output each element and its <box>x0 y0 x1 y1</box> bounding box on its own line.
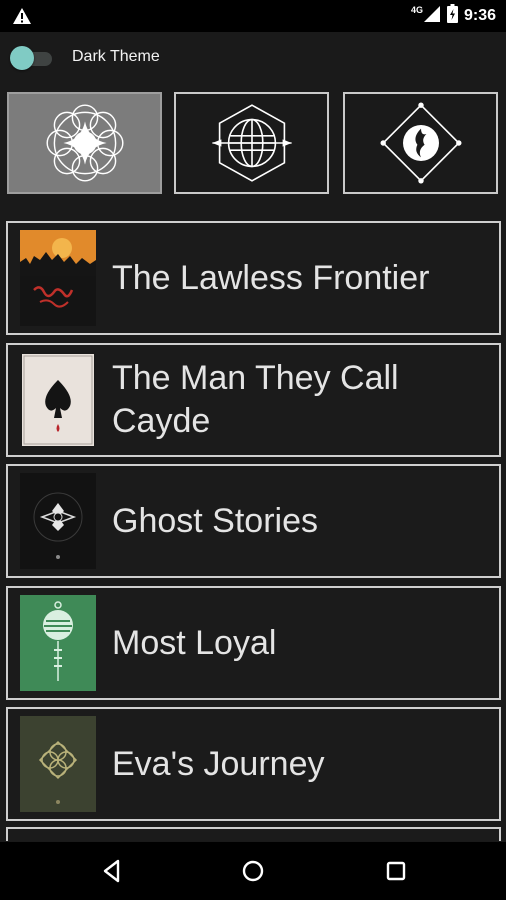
ghost-stories-cover <box>20 473 96 569</box>
book-item-evas-journey[interactable]: Eva's Journey <box>6 707 501 821</box>
tab-flame[interactable] <box>343 92 498 194</box>
book-item-most-loyal[interactable]: Most Loyal <box>6 586 501 700</box>
back-icon[interactable] <box>97 856 127 886</box>
book-item-ghost-stories[interactable]: Ghost Stories <box>6 464 501 578</box>
battery-icon <box>446 4 458 28</box>
sunburst-emblem-icon <box>45 104 124 182</box>
recents-icon[interactable] <box>381 856 411 886</box>
globe-emblem-icon <box>211 104 292 182</box>
emblem-tabs <box>7 92 501 197</box>
lawless-frontier-cover <box>20 230 96 326</box>
flame-emblem-icon <box>380 102 461 184</box>
dark-theme-label: Dark Theme <box>72 48 160 65</box>
book-title: The Man They Call Cayde <box>112 359 399 440</box>
book-item-partial[interactable] <box>6 827 501 841</box>
book-item-lawless-frontier[interactable]: The Lawless Frontier <box>6 221 501 335</box>
most-loyal-cover <box>20 595 96 691</box>
clock: 9:36 <box>463 7 496 24</box>
dark-theme-row: Dark Theme <box>10 40 160 74</box>
book-title: Eva's Journey <box>112 744 325 783</box>
tab-globe[interactable] <box>174 92 329 194</box>
evas-journey-cover <box>20 716 96 812</box>
navigation-bar <box>0 842 506 900</box>
tab-sunburst[interactable] <box>7 92 162 194</box>
book-item-cayde[interactable]: The Man They Call Cayde <box>6 343 501 457</box>
warning-icon <box>12 7 32 30</box>
book-title: The Lawless Frontier <box>112 258 430 297</box>
cayde-spade-cover <box>20 352 96 448</box>
book-title: Ghost Stories <box>112 501 318 540</box>
status-bar: 4G 9:36 <box>0 0 506 32</box>
dark-theme-switch[interactable] <box>10 45 52 70</box>
network-type: 4G <box>410 5 423 15</box>
signal-icon <box>423 5 441 28</box>
book-list: The Lawless Frontier The Man They Call C… <box>6 221 501 841</box>
home-icon[interactable] <box>238 856 268 886</box>
book-title: Most Loyal <box>112 623 277 662</box>
switch-thumb <box>10 46 34 70</box>
